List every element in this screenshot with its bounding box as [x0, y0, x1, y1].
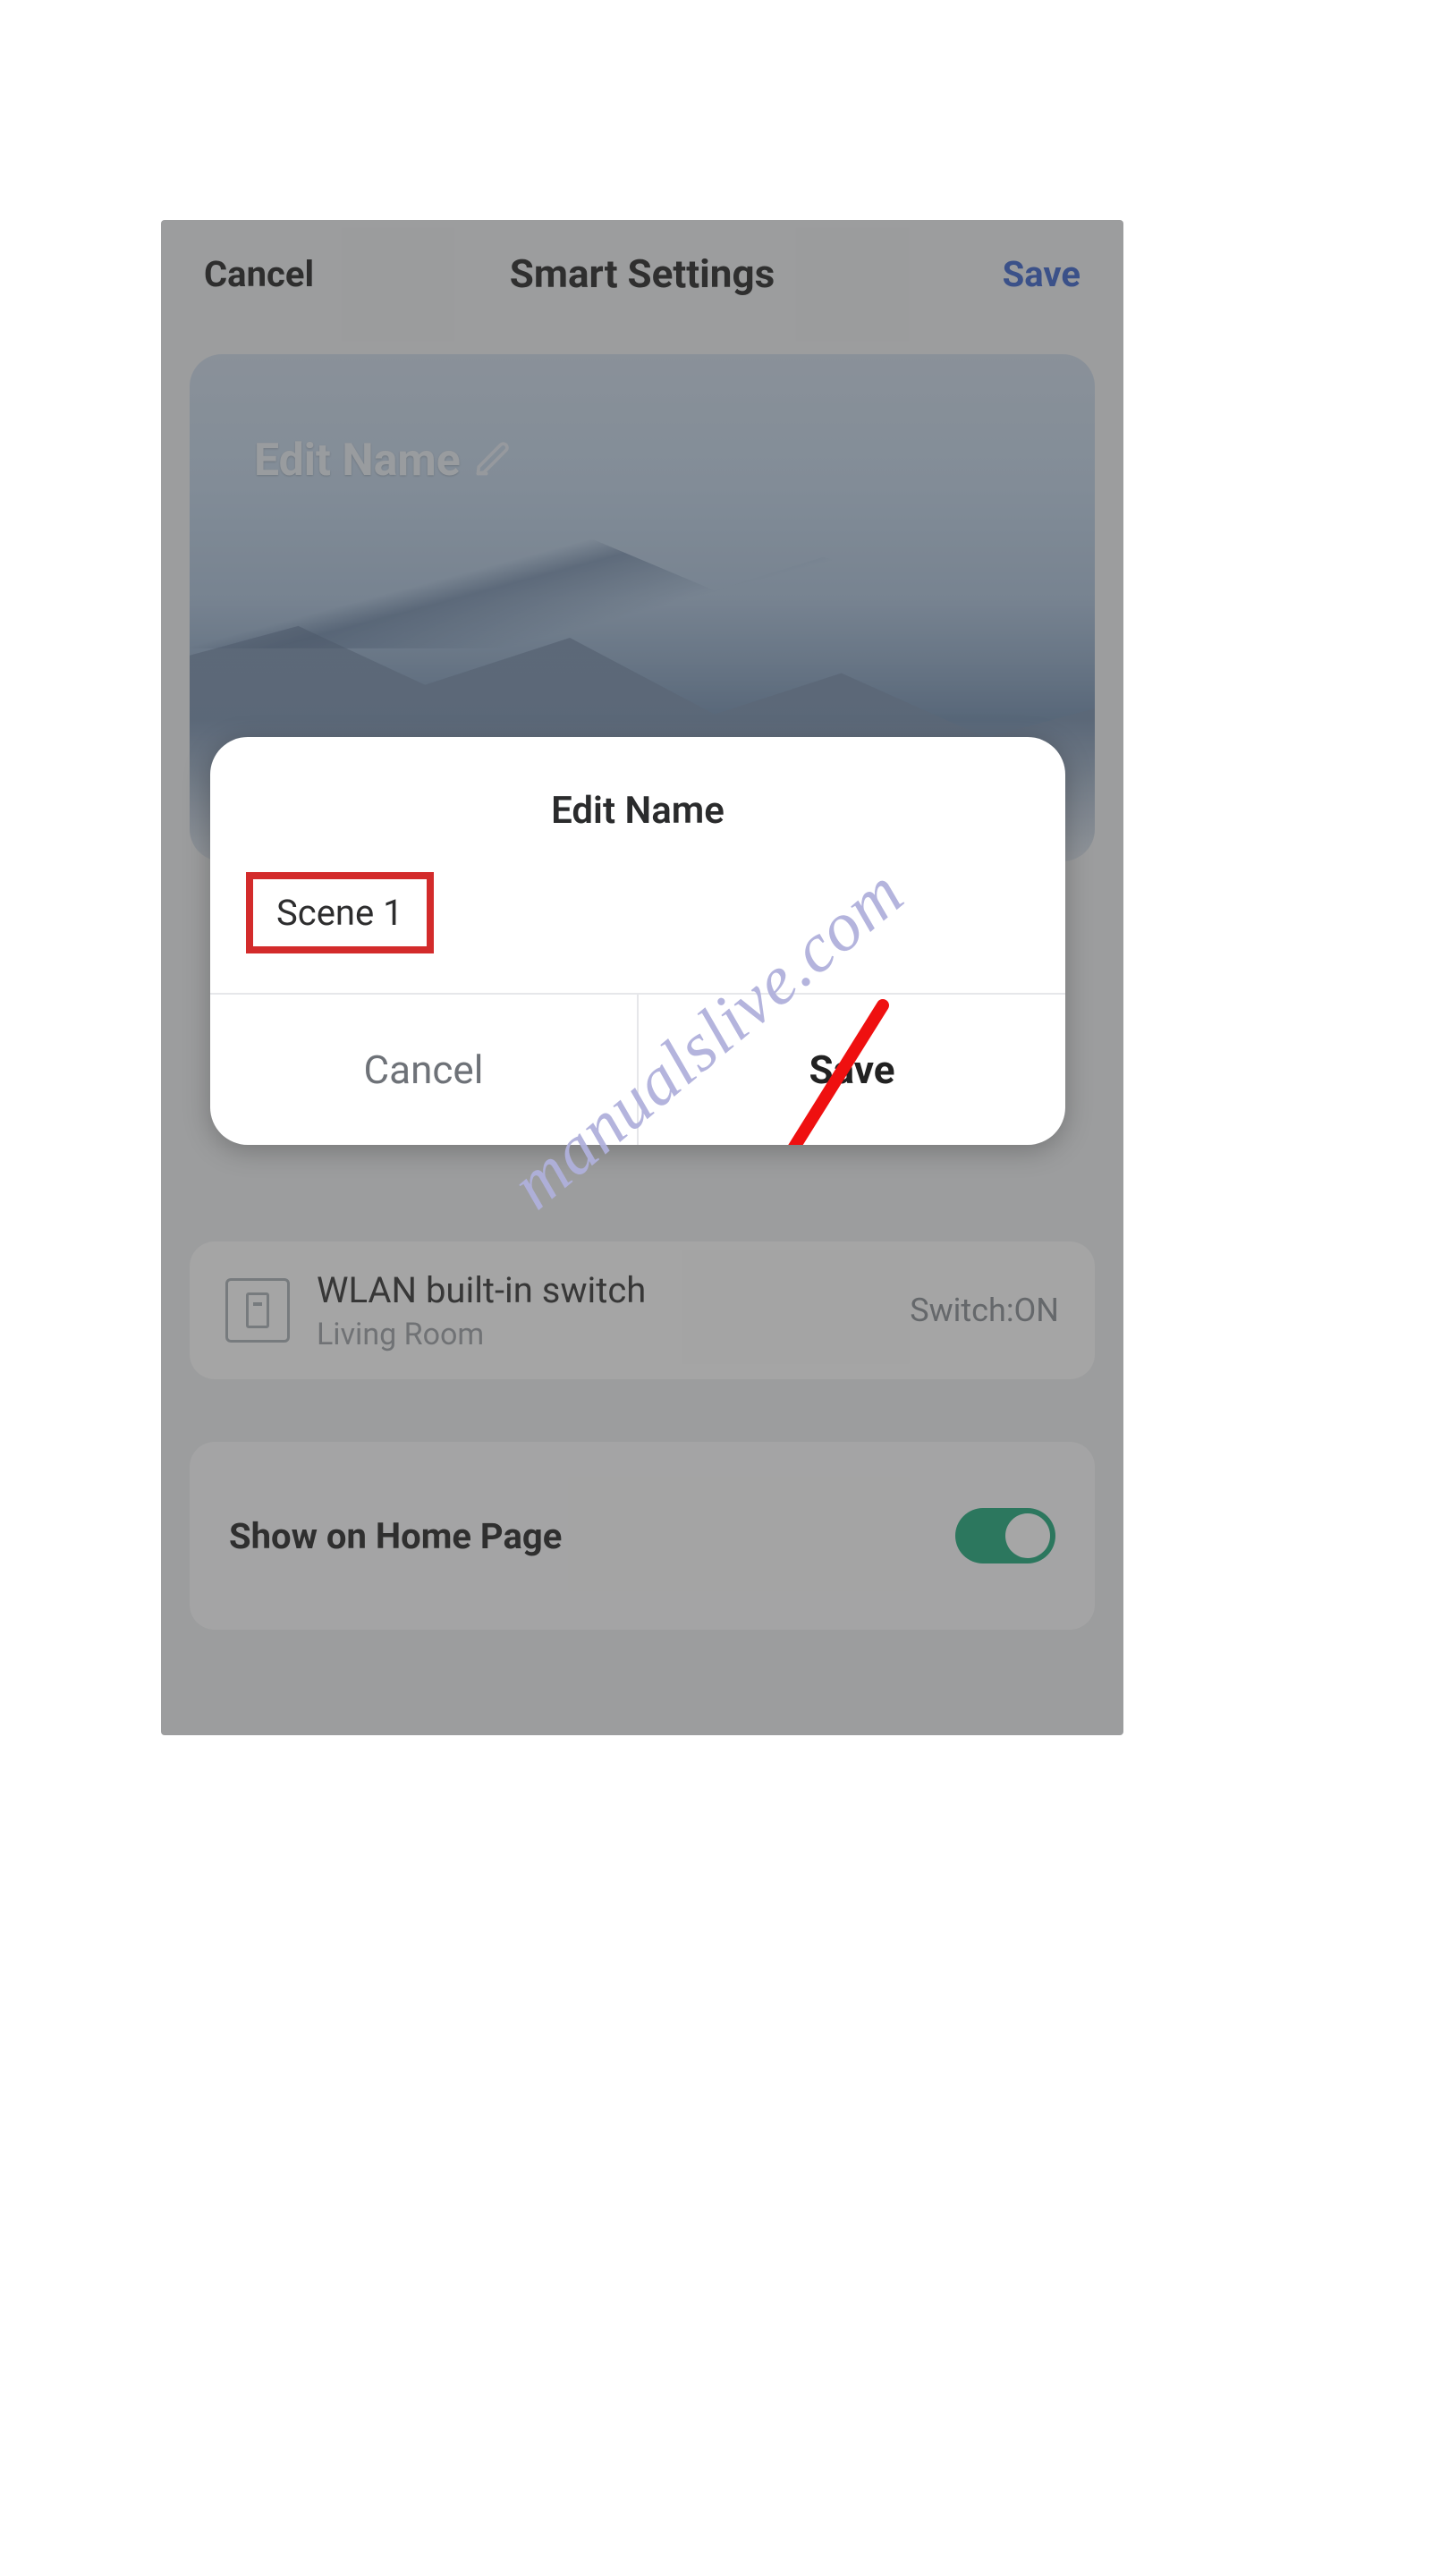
show-on-home-label: Show on Home Page — [229, 1515, 562, 1557]
scene-name-input[interactable]: Scene 1 — [246, 872, 434, 953]
toggle-knob — [1005, 1513, 1050, 1558]
switch-device-icon — [225, 1278, 290, 1343]
header-cancel-button[interactable]: Cancel — [204, 253, 314, 295]
show-on-home-toggle[interactable] — [955, 1508, 1055, 1563]
device-text: WLAN built-in switch Living Room — [317, 1269, 883, 1352]
device-name: WLAN built-in switch — [317, 1269, 883, 1311]
header-save-button[interactable]: Save — [1003, 253, 1080, 295]
show-on-home-row: Show on Home Page — [190, 1442, 1095, 1630]
screenshot-frame: Cancel Smart Settings Save Edit Name WLA… — [161, 220, 1123, 1735]
modal-save-button[interactable]: Save — [639, 995, 1065, 1145]
edit-name-modal: Edit Name Scene 1 Cancel Save — [210, 737, 1065, 1145]
edit-name-button[interactable]: Edit Name — [254, 435, 513, 487]
modal-title: Edit Name — [210, 737, 1065, 872]
header: Cancel Smart Settings Save — [161, 220, 1123, 327]
device-room: Living Room — [317, 1317, 883, 1352]
modal-actions: Cancel Save — [210, 995, 1065, 1145]
device-row[interactable]: WLAN built-in switch Living Room Switch:… — [190, 1241, 1095, 1379]
edit-name-label: Edit Name — [254, 435, 461, 487]
device-status: Switch:ON — [910, 1292, 1059, 1329]
pencil-icon — [473, 439, 513, 482]
modal-input-row: Scene 1 — [210, 872, 1065, 993]
modal-cancel-button[interactable]: Cancel — [210, 995, 637, 1145]
